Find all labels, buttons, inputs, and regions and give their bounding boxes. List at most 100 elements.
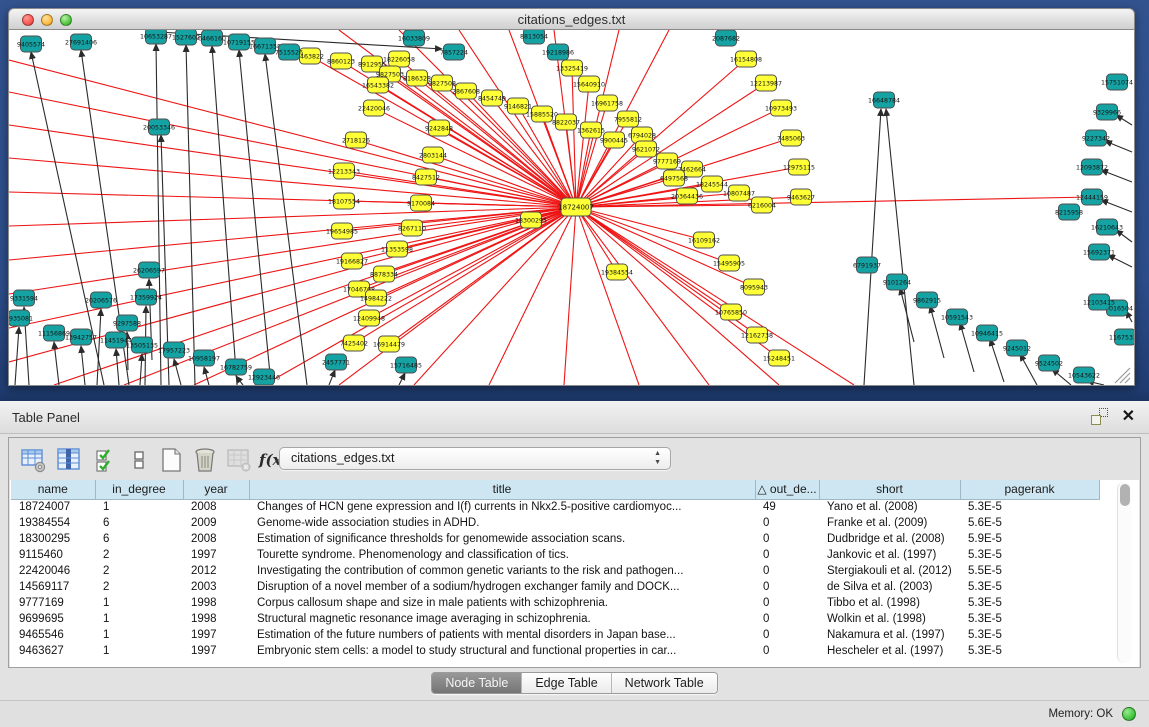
table-cell[interactable]: 2 (95, 547, 183, 563)
table-cell[interactable]: 5.3E-5 (960, 499, 1099, 515)
table-cell[interactable]: 18300295 (11, 531, 95, 547)
table-row[interactable]: 946554611997Estimation of the future num… (11, 627, 1099, 643)
table-cell[interactable]: 2003 (183, 579, 249, 595)
zoom-window-icon[interactable] (60, 14, 72, 26)
table-cell[interactable]: 6 (95, 531, 183, 547)
table-cell[interactable]: 0 (755, 515, 819, 531)
table-cell[interactable]: Disruption of a novel member of a sodium… (249, 579, 755, 595)
table-cell[interactable]: 14569117 (11, 579, 95, 595)
table-cell[interactable]: Changes of HCN gene expression and I(f) … (249, 499, 755, 515)
table-cell[interactable]: Wolkin et al. (1998) (819, 611, 960, 627)
column-header-in_degree[interactable]: in_degree (95, 480, 183, 499)
table-cell[interactable]: 0 (755, 579, 819, 595)
table-cell[interactable]: 5.3E-5 (960, 547, 1099, 563)
table-cell[interactable]: 9115460 (11, 547, 95, 563)
table-cell[interactable]: Estimation of the future numbers of pati… (249, 627, 755, 643)
float-window-icon[interactable] (1091, 408, 1108, 425)
table-cell[interactable]: 5.6E-5 (960, 515, 1099, 531)
table-cell[interactable]: 2012 (183, 563, 249, 579)
table-cell[interactable]: 2008 (183, 499, 249, 515)
table-cell[interactable]: 1 (95, 499, 183, 515)
table-cell[interactable]: 1997 (183, 643, 249, 659)
table-cell[interactable]: 1 (95, 595, 183, 611)
network-view-window[interactable]: citations_edges.txt 18724007183002951938… (8, 8, 1135, 386)
tab-network-table[interactable]: Network Table (611, 673, 717, 693)
minimize-window-icon[interactable] (41, 14, 53, 26)
table-row[interactable]: 969969511998Structural magnetic resonanc… (11, 611, 1099, 627)
table-cell[interactable]: 0 (755, 547, 819, 563)
table-row[interactable]: 1938455462009Genome-wide association stu… (11, 515, 1099, 531)
table-cell[interactable]: 1997 (183, 547, 249, 563)
table-cell[interactable]: Investigating the contribution of common… (249, 563, 755, 579)
table-cell[interactable]: Dudbridge et al. (2008) (819, 531, 960, 547)
table-cell[interactable]: 5.9E-5 (960, 531, 1099, 547)
table-row[interactable]: 946362711997Embryonic stem cells: a mode… (11, 643, 1099, 659)
select-column-icon[interactable] (55, 446, 83, 474)
close-panel-icon[interactable]: ✕ (1122, 409, 1135, 425)
table-cell[interactable]: 2 (95, 563, 183, 579)
table-settings-icon[interactable] (19, 446, 47, 474)
row-options-icon[interactable] (125, 446, 153, 474)
table-vertical-scrollbar[interactable] (1117, 482, 1131, 663)
network-window-titlebar[interactable]: citations_edges.txt (8, 8, 1135, 30)
resize-grip-icon[interactable] (1120, 373, 1130, 383)
network-canvas[interactable]: 1872400718300295193845547463822886012389… (8, 30, 1135, 386)
table-cell[interactable]: 5.3E-5 (960, 579, 1099, 595)
table-row[interactable]: 911546021997Tourette syndrome. Phenomeno… (11, 547, 1099, 563)
delete-column-icon[interactable] (191, 446, 219, 474)
table-cell[interactable]: Genome-wide association studies in ADHD. (249, 515, 755, 531)
table-cell[interactable]: 18724007 (11, 499, 95, 515)
table-row[interactable]: 2242004622012Investigating the contribut… (11, 563, 1099, 579)
tab-node-table[interactable]: Node Table (432, 673, 521, 693)
table-cell[interactable]: 5.3E-5 (960, 611, 1099, 627)
table-cell[interactable]: 0 (755, 531, 819, 547)
table-cell[interactable]: 6 (95, 515, 183, 531)
table-cell[interactable]: 9463627 (11, 643, 95, 659)
table-cell[interactable]: Yano et al. (2008) (819, 499, 960, 515)
table-cell[interactable]: Tibbo et al. (1998) (819, 595, 960, 611)
select-rows-checklist-icon[interactable] (93, 446, 121, 474)
table-cell[interactable]: 1 (95, 611, 183, 627)
table-cell[interactable]: 49 (755, 499, 819, 515)
table-selector-dropdown[interactable]: citations_edges.txt ▲▼ (279, 447, 671, 470)
table-cell[interactable]: 1997 (183, 627, 249, 643)
table-cell[interactable]: 22420046 (11, 563, 95, 579)
column-header-title[interactable]: title (249, 480, 755, 499)
new-column-icon[interactable] (157, 446, 185, 474)
table-cell[interactable]: 2008 (183, 531, 249, 547)
column-header-short[interactable]: short (819, 480, 960, 499)
table-cell[interactable]: 5.3E-5 (960, 643, 1099, 659)
table-cell[interactable]: Corpus callosum shape and size in male p… (249, 595, 755, 611)
column-header-name[interactable]: name (11, 480, 95, 499)
table-cell[interactable]: Structural magnetic resonance image aver… (249, 611, 755, 627)
table-cell[interactable]: Jankovic et al. (1997) (819, 547, 960, 563)
table-cell[interactable]: 0 (755, 563, 819, 579)
table-row[interactable]: 1456911722003Disruption of a novel membe… (11, 579, 1099, 595)
table-cell[interactable]: 0 (755, 595, 819, 611)
close-window-icon[interactable] (22, 14, 34, 26)
table-cell[interactable]: 1 (95, 643, 183, 659)
tab-edge-table[interactable]: Edge Table (521, 673, 610, 693)
table-cell[interactable]: Tourette syndrome. Phenomenology and cla… (249, 547, 755, 563)
column-header-out_de[interactable]: △ out_de... (755, 480, 819, 499)
table-cell[interactable]: 9699695 (11, 611, 95, 627)
table-cell[interactable]: 19384554 (11, 515, 95, 531)
table-cell[interactable]: 5.5E-5 (960, 563, 1099, 579)
table-row[interactable]: 1830029562008Estimation of significance … (11, 531, 1099, 547)
table-cell[interactable]: 9777169 (11, 595, 95, 611)
table-cell[interactable]: de Silva et al. (2003) (819, 579, 960, 595)
table-cell[interactable]: 2 (95, 579, 183, 595)
table-cell[interactable]: Nakamura et al. (1997) (819, 627, 960, 643)
table-cell[interactable]: Stergiakouli et al. (2012) (819, 563, 960, 579)
resize-grip-icon[interactable] (1125, 378, 1130, 383)
table-cell[interactable]: Embryonic stem cells: a model to study s… (249, 643, 755, 659)
memory-indicator[interactable] (1122, 707, 1136, 721)
scrollbar-thumb[interactable] (1120, 484, 1130, 506)
table-cell[interactable]: 0 (755, 627, 819, 643)
table-cell[interactable]: Estimation of significance thresholds fo… (249, 531, 755, 547)
table-cell[interactable]: 1998 (183, 611, 249, 627)
table-row[interactable]: 977716911998Corpus callosum shape and si… (11, 595, 1099, 611)
table-cell[interactable]: 9465546 (11, 627, 95, 643)
table-row[interactable]: 1872400712008Changes of HCN gene express… (11, 499, 1099, 515)
table-cell[interactable]: 5.3E-5 (960, 627, 1099, 643)
